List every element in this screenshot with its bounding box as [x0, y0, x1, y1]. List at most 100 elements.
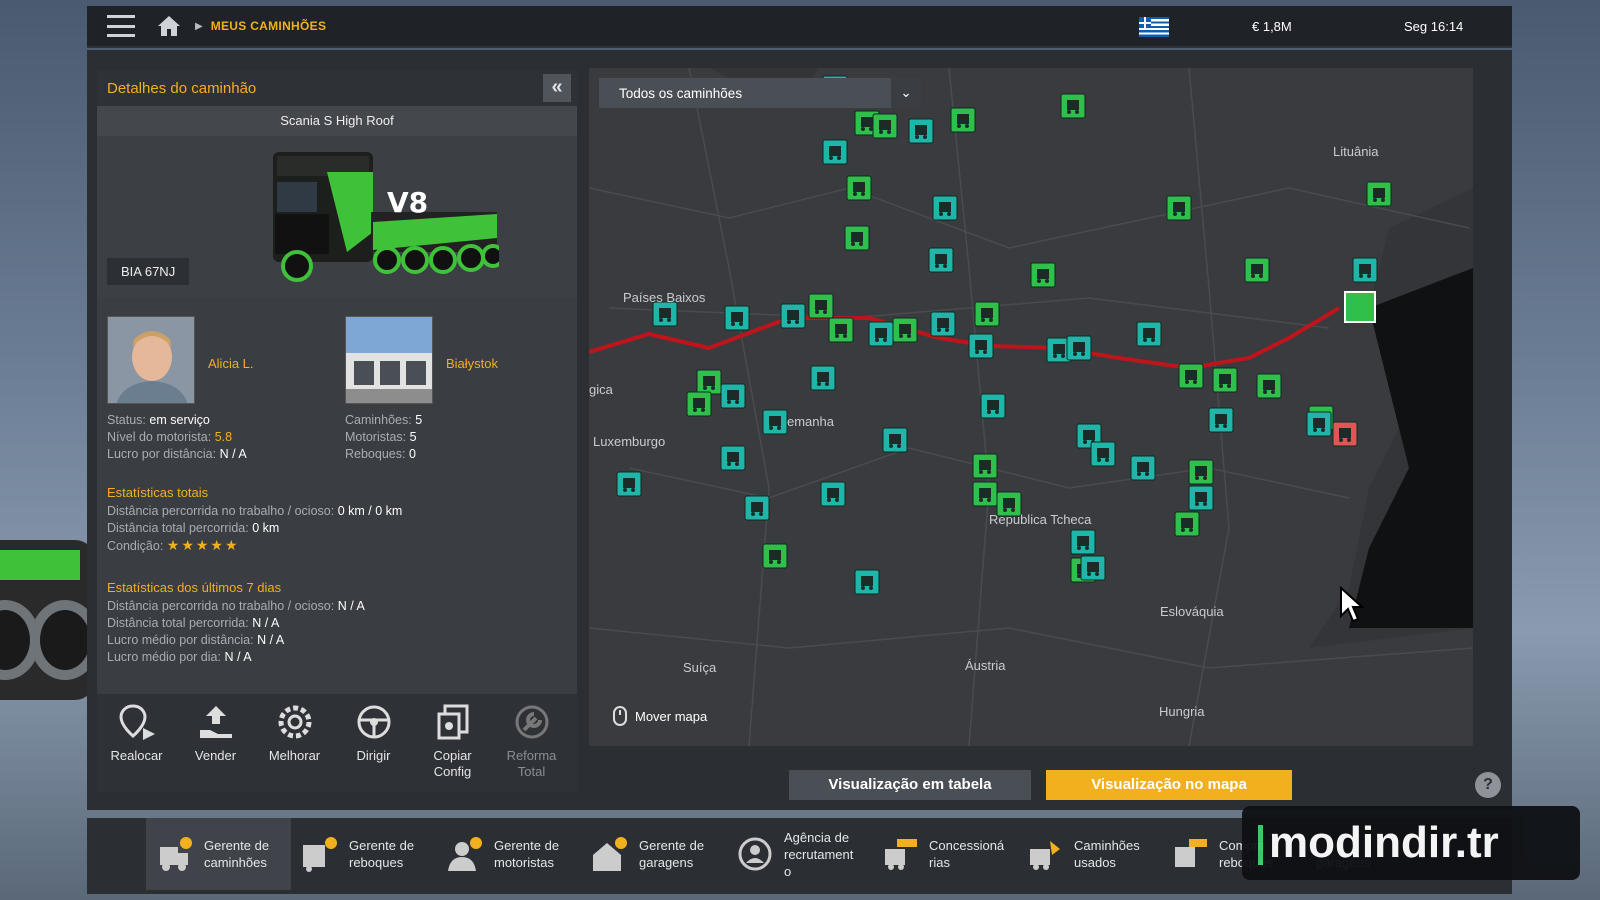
truck-marker[interactable]	[930, 311, 956, 337]
truck-marker[interactable]	[1256, 373, 1282, 399]
truck-marker[interactable]	[808, 293, 834, 319]
truck-marker[interactable]	[1208, 407, 1234, 433]
help-button[interactable]: ?	[1475, 772, 1501, 798]
tab-garage-manager[interactable]: Gerente de garagens	[581, 818, 726, 890]
truck-marker[interactable]	[652, 301, 678, 327]
truck-marker[interactable]	[1174, 511, 1200, 537]
mouse-icon	[613, 706, 627, 726]
truck-marker[interactable]	[1090, 441, 1116, 467]
truck-marker[interactable]	[892, 317, 918, 343]
truck-marker[interactable]	[872, 113, 898, 139]
truck-marker[interactable]	[744, 495, 770, 521]
truck-marker[interactable]	[928, 247, 954, 273]
truck-marker[interactable]	[1332, 421, 1358, 447]
upgrade-button[interactable]: Melhorar	[255, 694, 334, 792]
country-label: Suíça	[683, 660, 717, 675]
chevron-down-icon[interactable]: ⌄	[891, 78, 921, 108]
truck-marker[interactable]	[1060, 93, 1086, 119]
truck-marker[interactable]	[720, 383, 746, 409]
truck-marker[interactable]	[968, 333, 994, 359]
truck-marker[interactable]	[950, 107, 976, 133]
breadcrumb[interactable]: MEUS CAMINHÕES	[211, 19, 327, 33]
truck-marker[interactable]	[932, 195, 958, 221]
trailer-gear-icon	[303, 837, 337, 872]
truck-marker[interactable]	[1352, 257, 1378, 283]
truck-marker[interactable]	[686, 391, 712, 417]
country-label: Eslováquia	[1160, 604, 1224, 619]
license-plate: BIA 67NJ	[107, 258, 190, 285]
breadcrumb-chevron-icon: ▶	[195, 20, 203, 32]
table-view-button[interactable]: Visualização em tabela	[789, 770, 1031, 800]
move-map-hint: Mover mapa	[613, 706, 707, 726]
truck-marker[interactable]	[846, 175, 872, 201]
trailer-buy-icon	[1175, 839, 1207, 867]
truck-marker[interactable]	[1136, 321, 1162, 347]
truck-map[interactable]: Todos os caminhões ⌄ Países Baixos gica …	[589, 68, 1473, 746]
map-view-button[interactable]: Visualização no mapa	[1046, 770, 1292, 800]
main-panel: Detalhes do caminhão « Scania S High Roo…	[87, 50, 1512, 810]
truck-filter-select[interactable]: Todos os caminhões ⌄	[599, 78, 921, 108]
driver-garage-section: Alicia L. Białystok Status: em serviço N…	[97, 298, 577, 478]
truck-marker[interactable]	[1066, 335, 1092, 361]
truck-marker[interactable]	[854, 569, 880, 595]
truck-marker[interactable]	[1166, 195, 1192, 221]
relocate-button[interactable]: Realocar	[97, 694, 176, 792]
truck-marker[interactable]	[822, 139, 848, 165]
total-stats: Estatísticas totais Distância percorrida…	[97, 484, 577, 555]
truck-marker[interactable]	[780, 303, 806, 329]
truck-marker[interactable]	[720, 445, 746, 471]
driver-level: 5.8	[214, 430, 233, 444]
home-icon[interactable]	[157, 15, 181, 37]
truck-marker[interactable]	[1030, 262, 1056, 288]
truck-marker[interactable]	[844, 225, 870, 251]
truck-marker[interactable]	[1212, 367, 1238, 393]
tab-truck-manager[interactable]: Gerente de caminhões	[146, 818, 291, 890]
truck-marker[interactable]	[1178, 363, 1204, 389]
copy-config-button[interactable]: Copiar Config	[413, 694, 492, 792]
truck-marker[interactable]	[828, 317, 854, 343]
truck-marker[interactable]	[724, 305, 750, 331]
driver-avatar[interactable]	[107, 316, 195, 404]
condition-stars: ★★★★★	[166, 537, 240, 553]
menu-icon[interactable]	[107, 15, 135, 37]
selected-truck-marker[interactable]	[1344, 291, 1376, 323]
garage-stats: Caminhões: 5 Motoristas: 5 Reboques: 0	[345, 413, 423, 461]
truck-marker[interactable]	[1070, 529, 1096, 555]
tab-dealerships[interactable]: Concessioná rias	[871, 818, 1016, 890]
truck-marker[interactable]	[1188, 485, 1214, 511]
truck-marker[interactable]	[1306, 411, 1332, 437]
collapse-panel-button[interactable]: «	[543, 74, 571, 102]
truck-marker[interactable]	[1244, 257, 1270, 283]
money-display: € 1,8M	[1252, 19, 1292, 34]
garage-name[interactable]: Białystok	[446, 356, 498, 371]
truck-marker[interactable]	[616, 471, 642, 497]
country-label: emanha	[787, 414, 834, 429]
driver-name[interactable]: Alicia L.	[208, 356, 254, 371]
tab-recruitment-agency[interactable]: Agência de recrutament o	[726, 818, 871, 890]
truck-marker[interactable]	[1080, 555, 1106, 581]
truck-marker[interactable]	[974, 301, 1000, 327]
tab-used-trucks[interactable]: Caminhões usados	[1016, 818, 1161, 890]
truck-marker[interactable]	[868, 321, 894, 347]
truck-marker[interactable]	[908, 118, 934, 144]
overhaul-button[interactable]: Reforma Total	[492, 694, 571, 792]
garage-image[interactable]	[345, 316, 433, 404]
truck-marker[interactable]	[762, 409, 788, 435]
truck-marker[interactable]	[810, 365, 836, 391]
truck-marker[interactable]	[762, 543, 788, 569]
truck-marker[interactable]	[972, 481, 998, 507]
tab-driver-manager[interactable]: Gerente de motoristas	[436, 818, 581, 890]
watermark-logo: modindir.tr	[1242, 806, 1580, 880]
sell-button[interactable]: Vender	[176, 694, 255, 792]
truck-marker[interactable]	[980, 393, 1006, 419]
truck-marker[interactable]	[1130, 455, 1156, 481]
truck-marker[interactable]	[1366, 181, 1392, 207]
truck-marker[interactable]	[820, 481, 846, 507]
map-canvas[interactable]	[589, 68, 1473, 746]
truck-marker[interactable]	[696, 369, 722, 395]
truck-marker[interactable]	[972, 453, 998, 479]
tab-trailer-manager[interactable]: Gerente de reboques	[291, 818, 436, 890]
drive-button[interactable]: Dirigir	[334, 694, 413, 792]
truck-marker[interactable]	[882, 427, 908, 453]
truck-marker[interactable]	[1188, 459, 1214, 485]
